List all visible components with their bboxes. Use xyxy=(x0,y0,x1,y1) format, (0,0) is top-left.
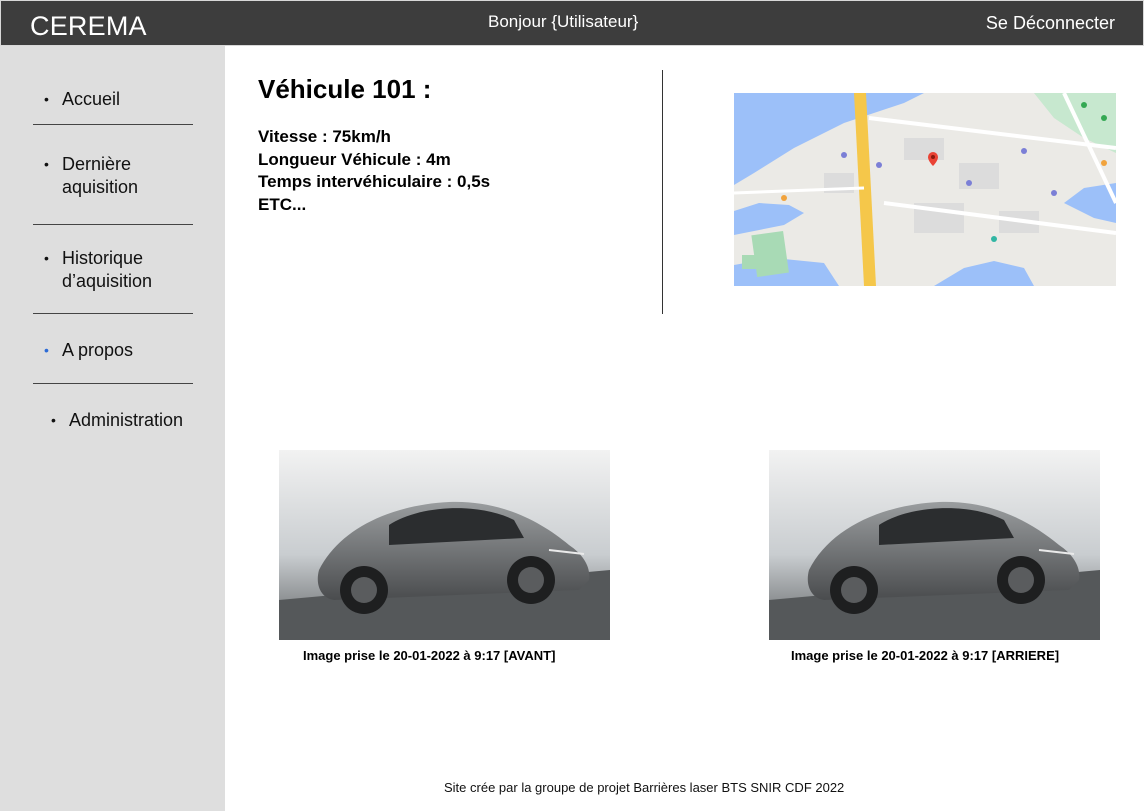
vehicle-speed: Vitesse : 75km/h xyxy=(258,127,391,146)
sidebar: • Accueil • Dernière aquisition • Histor… xyxy=(0,46,225,811)
sidebar-item-historique[interactable]: • Historique d’aquisition xyxy=(44,247,174,292)
sidebar-divider xyxy=(33,124,193,125)
sidebar-divider xyxy=(33,383,193,384)
sidebar-divider xyxy=(33,313,193,314)
sidebar-item-derniere-aquisition[interactable]: • Dernière aquisition xyxy=(44,153,164,198)
top-bar: CEREMA Bonjour {Utilisateur} Se Déconnec… xyxy=(0,0,1144,46)
user-greeting: Bonjour {Utilisateur} xyxy=(488,12,639,31)
front-vehicle-photo[interactable] xyxy=(279,450,610,640)
brand-logo[interactable]: CEREMA xyxy=(30,11,147,42)
sidebar-item-label: A propos xyxy=(62,340,134,360)
vehicle-details: Vitesse : 75km/h Longueur Véhicule : 4m … xyxy=(258,126,490,216)
vehicle-etc: ETC... xyxy=(258,194,307,214)
sidebar-item-accueil[interactable]: • Accueil xyxy=(44,88,120,111)
vehicle-title: Véhicule 101 : xyxy=(258,74,432,104)
vertical-divider xyxy=(662,70,663,314)
sidebar-item-administration[interactable]: • Administration xyxy=(51,409,183,432)
map-canvas xyxy=(734,93,1116,286)
bullet-icon: • xyxy=(44,156,49,172)
sidebar-divider xyxy=(33,224,193,225)
car-image xyxy=(769,450,1100,640)
logout-button[interactable]: Se Déconnecter xyxy=(986,13,1115,34)
vehicle-interval: Temps intervéhiculaire : 0,5s xyxy=(258,172,491,191)
bullet-icon: • xyxy=(51,412,56,428)
vehicle-length: Longueur Véhicule : 4m xyxy=(258,149,451,169)
sidebar-item-label: Historique d’aquisition xyxy=(62,248,153,291)
bullet-icon: • xyxy=(44,91,49,107)
rear-vehicle-photo[interactable] xyxy=(769,450,1100,640)
bullet-icon: • xyxy=(44,342,49,358)
bullet-icon: • xyxy=(44,250,49,266)
car-image xyxy=(279,450,610,640)
rear-photo-caption: Image prise le 20-01-2022 à 9:17 [ARRIER… xyxy=(791,648,1060,663)
footer-credit: Site crée par la groupe de projet Barriè… xyxy=(444,780,845,795)
sidebar-item-label: Accueil xyxy=(62,89,121,109)
sidebar-item-label: Administration xyxy=(69,410,184,430)
sidebar-item-a-propos[interactable]: • A propos xyxy=(44,339,133,362)
sidebar-item-label: Dernière aquisition xyxy=(62,154,139,197)
front-photo-caption: Image prise le 20-01-2022 à 9:17 [AVANT] xyxy=(303,648,556,663)
location-map[interactable] xyxy=(734,93,1116,286)
